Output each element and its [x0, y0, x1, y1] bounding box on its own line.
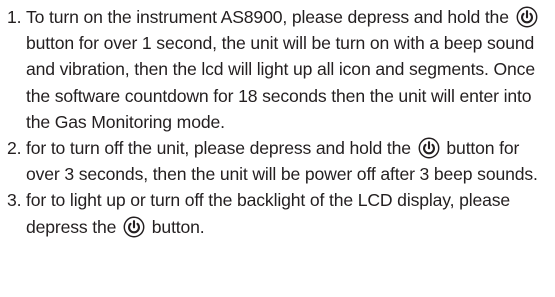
item-number: 1.	[7, 7, 22, 27]
item-number: 2.	[7, 138, 22, 159]
power-button-icon	[418, 137, 440, 159]
power-button-icon	[123, 216, 145, 238]
instruction-text: button.	[151, 216, 205, 237]
instruction-text: for to turn off the unit, please depress…	[26, 138, 411, 159]
instruction-item-2: 2. for to turn off the unit, please depr…	[0, 135, 555, 187]
item-number: 3.	[7, 190, 22, 211]
instruction-text: To turn on the instrument AS8900, please…	[26, 7, 509, 27]
power-button-icon	[516, 6, 538, 28]
instruction-item-1: 1. To turn on the instrument AS8900, ple…	[0, 4, 555, 135]
instruction-text: button for over 1 second, the unit will …	[26, 33, 535, 132]
instruction-list: 1. To turn on the instrument AS8900, ple…	[0, 4, 555, 240]
instruction-text: for to light up or turn off the backligh…	[26, 190, 511, 237]
instruction-item-3: 3. for to light up or turn off the backl…	[0, 187, 555, 239]
